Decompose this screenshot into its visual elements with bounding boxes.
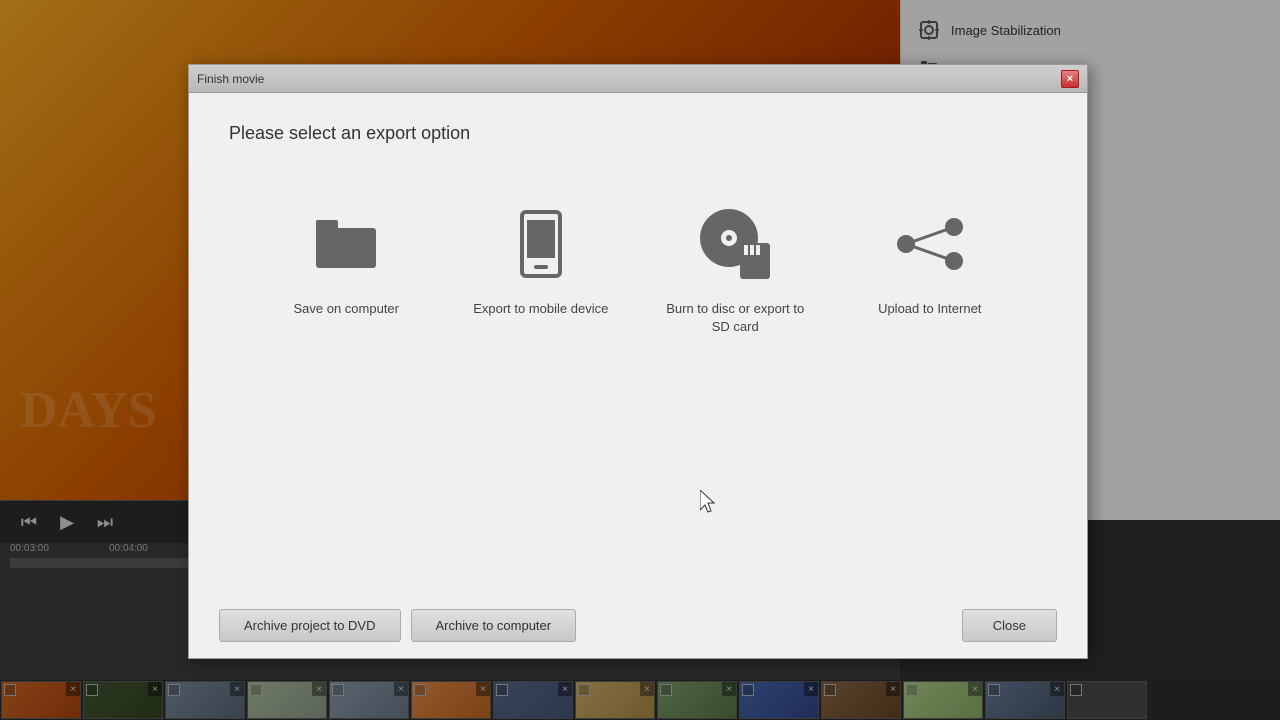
sd-card-icon xyxy=(740,243,770,279)
export-mobile-label: Export to mobile device xyxy=(473,300,608,318)
save-computer-label: Save on computer xyxy=(293,300,399,318)
modal-close-button[interactable]: × xyxy=(1061,70,1079,88)
export-mobile-option[interactable]: Export to mobile device xyxy=(461,184,621,338)
upload-internet-label: Upload to Internet xyxy=(878,300,981,318)
archive-computer-button[interactable]: Archive to computer xyxy=(411,609,577,642)
save-on-computer-option[interactable]: Save on computer xyxy=(266,184,426,338)
burn-disc-label: Burn to disc or export to SD card xyxy=(665,300,805,336)
phone-icon xyxy=(501,204,581,284)
archive-buttons: Archive project to DVD Archive to comput… xyxy=(219,609,576,642)
archive-dvd-button[interactable]: Archive project to DVD xyxy=(219,609,401,642)
modal-title: Finish movie xyxy=(197,72,264,86)
modal-footer: Archive project to DVD Archive to comput… xyxy=(189,593,1087,658)
share-icon xyxy=(890,204,970,284)
close-dialog-button[interactable]: Close xyxy=(962,609,1057,642)
folder-icon xyxy=(306,204,386,284)
finish-movie-dialog: Finish movie × Please select an export o… xyxy=(188,64,1088,659)
export-options-container: Save on computer Export to mobile device xyxy=(229,184,1047,573)
phone-screen xyxy=(527,220,555,258)
burn-disc-option[interactable]: Burn to disc or export to SD card xyxy=(655,184,815,356)
upload-internet-option[interactable]: Upload to Internet xyxy=(850,184,1010,338)
modal-body: Please select an export option Save on c… xyxy=(189,93,1087,593)
modal-heading: Please select an export option xyxy=(229,123,1047,144)
disc-sd-icon xyxy=(695,204,775,284)
modal-titlebar: Finish movie × xyxy=(189,65,1087,93)
disc-inner xyxy=(721,230,737,246)
folder-body xyxy=(316,228,376,268)
